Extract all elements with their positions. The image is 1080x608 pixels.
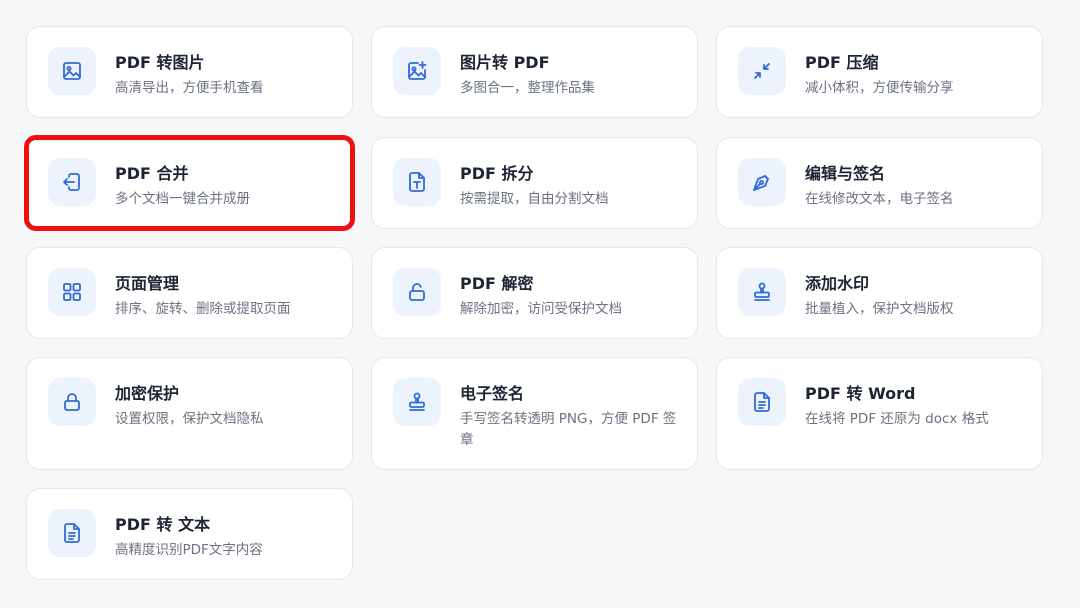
- tool-card-pdf-merge[interactable]: PDF 合并 多个文档一键合并成册: [24, 135, 355, 231]
- tool-title: 添加水印: [805, 274, 870, 293]
- tool-title: PDF 拆分: [460, 164, 534, 183]
- tool-card-pdf-to-text[interactable]: PDF 转 文本 高精度识别PDF文字内容: [26, 488, 353, 580]
- tool-card-add-watermark[interactable]: 添加水印 批量植入，保护文档版权: [716, 247, 1043, 339]
- image-add-icon: [393, 47, 441, 95]
- tool-card-image-to-pdf[interactable]: 图片转 PDF 多图合一，整理作品集: [371, 26, 698, 118]
- tool-card-pdf-decrypt[interactable]: PDF 解密 解除加密，访问受保护文档: [371, 247, 698, 339]
- tool-title: 加密保护: [115, 384, 180, 403]
- tool-title: 图片转 PDF: [460, 53, 550, 72]
- tool-description: 多图合一，整理作品集: [460, 80, 595, 96]
- tool-card-pdf-split[interactable]: PDF 拆分 按需提取，自由分割文档: [371, 137, 698, 229]
- tool-title: PDF 压缩: [805, 53, 879, 72]
- tool-card-pdf-compress[interactable]: PDF 压缩 减小体积，方便传输分享: [716, 26, 1043, 118]
- grid-icon: [48, 268, 96, 316]
- unlock-icon: [393, 268, 441, 316]
- lock-icon: [48, 378, 96, 426]
- document-icon: [738, 378, 786, 426]
- document-icon: [48, 509, 96, 557]
- stamp-icon: [393, 378, 441, 426]
- tool-description: 排序、旋转、删除或提取页面: [115, 301, 291, 317]
- tool-card-edit-sign[interactable]: 编辑与签名 在线修改文本，电子签名: [716, 137, 1043, 229]
- tool-description: 手写签名转透明 PNG，方便 PDF 签章: [460, 411, 677, 448]
- text-file-icon: [393, 158, 441, 206]
- compress-icon: [738, 47, 786, 95]
- tool-title: PDF 合并: [115, 164, 189, 183]
- tool-card-encrypt-protect[interactable]: 加密保护 设置权限，保护文档隐私: [26, 357, 353, 470]
- tool-description: 设置权限，保护文档隐私: [115, 411, 264, 427]
- tool-description: 批量植入，保护文档版权: [805, 301, 954, 317]
- tool-title: PDF 转图片: [115, 53, 205, 72]
- tool-card-e-signature[interactable]: 电子签名 手写签名转透明 PNG，方便 PDF 签章: [371, 357, 698, 470]
- tool-card-page-manage[interactable]: 页面管理 排序、旋转、删除或提取页面: [26, 247, 353, 339]
- tool-card-pdf-to-word[interactable]: PDF 转 Word 在线将 PDF 还原为 docx 格式: [716, 357, 1043, 470]
- tool-title: 电子签名: [460, 384, 525, 403]
- tool-description: 在线将 PDF 还原为 docx 格式: [805, 411, 989, 427]
- tool-description: 按需提取，自由分割文档: [460, 191, 609, 207]
- tool-title: 编辑与签名: [805, 164, 886, 183]
- tool-card-pdf-to-image[interactable]: PDF 转图片 高清导出，方便手机查看: [26, 26, 353, 118]
- tool-title: PDF 转 Word: [805, 384, 916, 403]
- tool-description: 解除加密，访问受保护文档: [460, 301, 622, 317]
- tool-title: PDF 解密: [460, 274, 534, 293]
- tool-title: PDF 转 文本: [115, 515, 211, 534]
- tool-title: 页面管理: [115, 274, 180, 293]
- tool-description: 高清导出，方便手机查看: [115, 80, 264, 96]
- image-icon: [48, 47, 96, 95]
- tool-description: 高精度识别PDF文字内容: [115, 542, 263, 558]
- stamp-icon: [738, 268, 786, 316]
- tool-description: 减小体积，方便传输分享: [805, 80, 954, 96]
- pen-nib-icon: [738, 158, 786, 206]
- tool-grid: PDF 转图片 高清导出，方便手机查看 图片转 PDF 多图合一，整理作品集 P…: [0, 0, 1080, 608]
- tool-description: 在线修改文本，电子签名: [805, 191, 954, 207]
- tool-description: 多个文档一键合并成册: [115, 191, 250, 207]
- merge-icon: [48, 158, 96, 206]
